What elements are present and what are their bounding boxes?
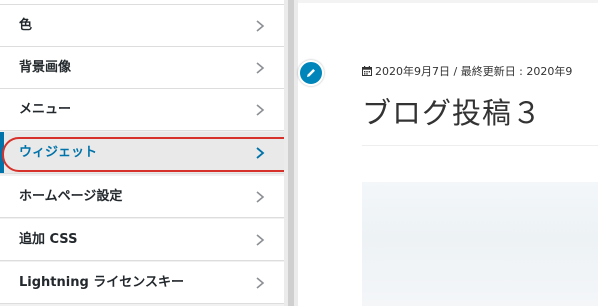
customizer-item-label: メニュー [19, 102, 72, 117]
customizer-item-label: ホームページ設定 [19, 189, 123, 204]
preview-top-border [298, 0, 598, 3]
post-thumbnail [362, 182, 598, 306]
chevron-right-icon [256, 147, 265, 159]
customizer-item-colors[interactable]: 色 [0, 5, 284, 47]
scrollbar-track[interactable] [288, 0, 294, 306]
customizer-item-label: 追加 CSS [19, 232, 78, 247]
edit-shortcut-button[interactable] [298, 60, 324, 86]
customizer-item-label: 背景画像 [19, 60, 72, 75]
chevron-right-icon [256, 277, 265, 289]
chevron-right-icon [256, 191, 265, 203]
title-divider [362, 145, 598, 146]
post-title[interactable]: ブログ投稿３ [362, 93, 542, 133]
calendar-icon [362, 66, 372, 76]
customizer-item-widgets[interactable]: ウィジェット [0, 132, 284, 174]
customizer-item-label: Lightning ライセンスキー [19, 275, 185, 290]
customizer-item-license-key[interactable]: Lightning ライセンスキー [0, 262, 284, 304]
chevron-right-icon [256, 62, 265, 74]
chevron-right-icon [256, 234, 265, 246]
pencil-icon [307, 69, 315, 77]
active-indicator [0, 132, 4, 173]
post-meta: 2020年9月7日 / 最終更新日 : 2020年9 [362, 64, 572, 80]
chevron-right-icon [256, 104, 265, 116]
customizer-item-additional-css[interactable]: 追加 CSS [0, 219, 284, 261]
customizer-item-label: 色 [19, 18, 33, 33]
panel-scrollbar[interactable] [284, 0, 298, 306]
customizer-item-label: ウィジェット [19, 145, 98, 160]
customizer-item-background-image[interactable]: 背景画像 [0, 47, 284, 89]
customizer-panel: 色 背景画像 メニュー ウィジェット ホームページ設定 追加 CSS Light… [0, 0, 284, 306]
customizer-item-homepage-settings[interactable]: ホームページ設定 [0, 176, 284, 218]
customizer-item-menus[interactable]: メニュー [0, 89, 284, 131]
post-meta-text: 2020年9月7日 / 最終更新日 : 2020年9 [375, 65, 573, 78]
chevron-right-icon [256, 20, 265, 32]
